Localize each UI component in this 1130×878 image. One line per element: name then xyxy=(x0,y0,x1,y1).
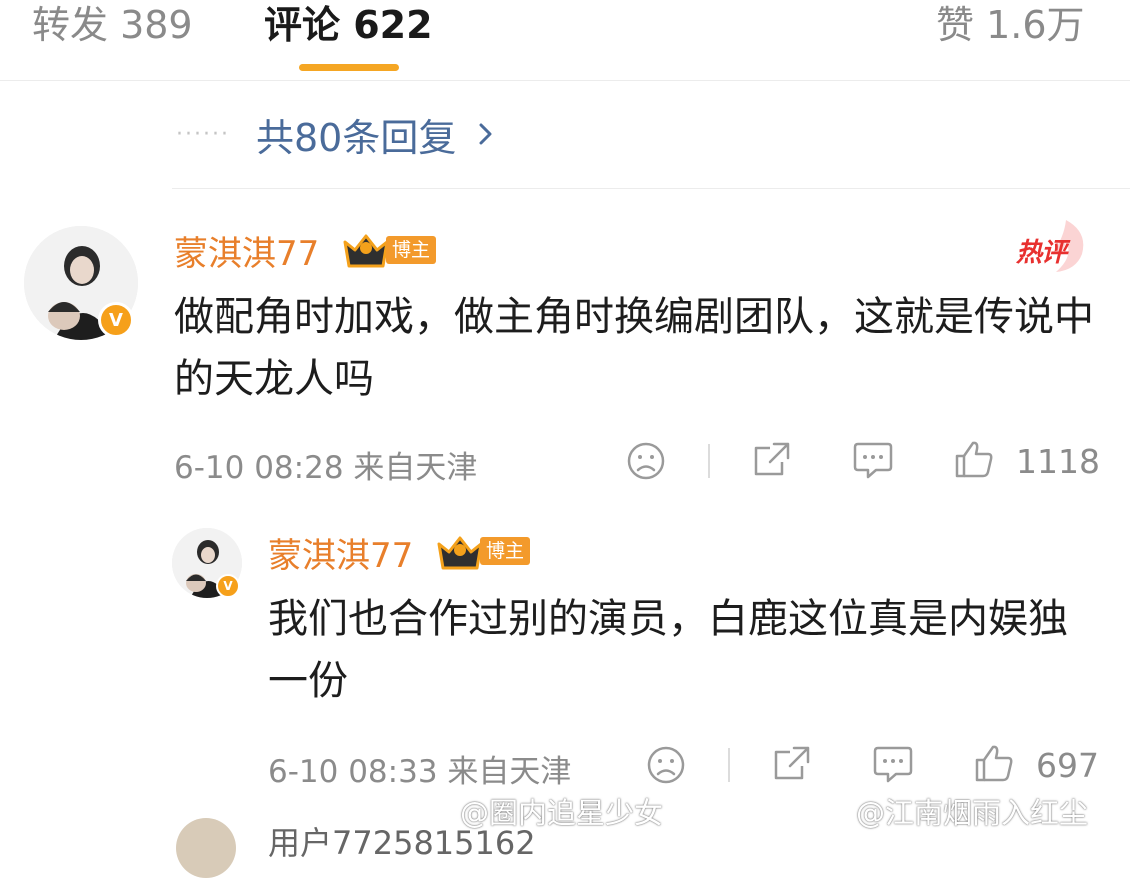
crown-icon xyxy=(343,234,389,268)
dislike-face-icon[interactable] xyxy=(626,441,666,481)
comment-text: 做配角时加戏，做主角时换编剧团队，这就是传说中的天龙人吗 xyxy=(174,294,1094,402)
active-tab-indicator xyxy=(299,64,399,71)
crown-icon xyxy=(437,536,483,570)
blogger-badge: 博主 xyxy=(386,236,437,264)
next-comment-username[interactable]: 用户7725815162 xyxy=(268,818,536,864)
repost-icon[interactable] xyxy=(772,744,812,784)
reply-username[interactable]: 蒙淇淇77 xyxy=(268,528,413,577)
reply-timestamp: 6-10 08:33 来自天津 xyxy=(268,754,572,790)
replies-count-label: 共80条回复 xyxy=(255,115,457,160)
reply-like-count: 697 xyxy=(1036,746,1099,785)
watermark-right: @江南烟雨入红尘 xyxy=(856,796,1089,830)
reply-avatar[interactable]: V xyxy=(172,528,242,598)
hot-comment-label: 热评 xyxy=(1016,238,1067,268)
next-comment-avatar[interactable] xyxy=(176,818,236,878)
blogger-badge: 博主 xyxy=(480,537,531,565)
verified-v-icon: V xyxy=(98,302,134,338)
action-separator xyxy=(708,444,710,478)
repost-icon[interactable] xyxy=(752,440,792,480)
like-count: 1118 xyxy=(1016,442,1100,481)
action-separator xyxy=(728,748,730,782)
tab-bar: 转发 389 评论 622 赞 1.6万 xyxy=(0,0,1130,81)
tab-repost[interactable]: 转发 389 xyxy=(32,0,193,49)
comment-icon[interactable] xyxy=(852,440,894,480)
dislike-face-icon[interactable] xyxy=(646,745,686,785)
dots-divider: ······ xyxy=(176,121,230,147)
tab-comments[interactable]: 评论 622 xyxy=(264,0,433,49)
view-replies-link[interactable]: ······ 共80条回复 xyxy=(176,104,500,164)
verified-v-icon: V xyxy=(216,574,240,598)
divider xyxy=(172,188,1130,189)
like-icon[interactable] xyxy=(974,743,1014,783)
chevron-right-icon xyxy=(479,123,492,145)
comment-timestamp: 6-10 08:28 来自天津 xyxy=(174,450,478,486)
comment-icon[interactable] xyxy=(872,744,914,784)
hot-comment-badge: 热评 xyxy=(1012,214,1092,274)
reply-text: 我们也合作过别的演员，白鹿这位真是内娱独一份 xyxy=(268,596,1068,704)
avatar[interactable]: V xyxy=(24,226,138,340)
like-icon[interactable] xyxy=(954,439,994,479)
comment-username[interactable]: 蒙淇淇77 xyxy=(174,226,319,275)
tab-likes[interactable]: 赞 1.6万 xyxy=(936,0,1085,49)
